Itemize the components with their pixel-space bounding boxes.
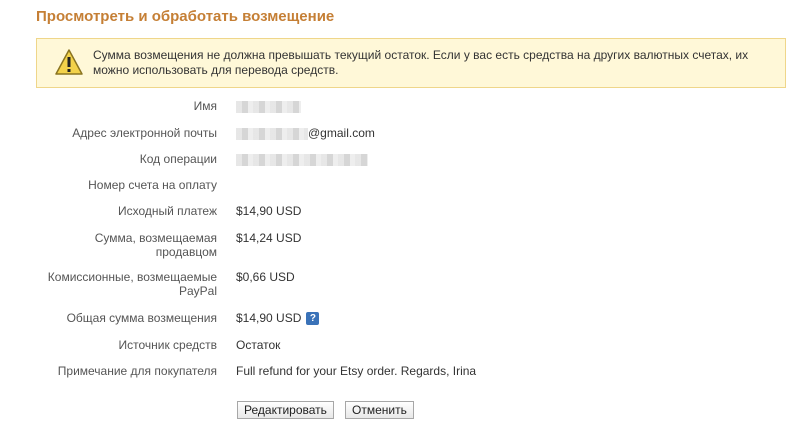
- field-label-email: Адрес электронной почты: [72, 126, 217, 140]
- field-label-buyer-note: Примечание для покупателя: [57, 364, 217, 378]
- field-label-paypal-fee-refund: Комиссионные, возмещаемые PayPal: [47, 270, 217, 298]
- field-label-transaction-id: Код операции: [139, 152, 217, 166]
- alert-message: Сумма возмещения не должна превышать тек…: [93, 48, 749, 77]
- field-value-funding-source: Остаток: [236, 338, 281, 352]
- field-value-email: @gmail.com: [236, 126, 375, 140]
- email-domain: @gmail.com: [308, 126, 375, 140]
- field-value-buyer-note: Full refund for your Etsy order. Regards…: [236, 364, 477, 378]
- field-label-name: Имя: [193, 99, 217, 113]
- warning-triangle-icon: [55, 49, 83, 75]
- redacted-text: [236, 153, 368, 166]
- field-value-seller-refund: $14,24 USD: [236, 231, 302, 245]
- edit-button[interactable]: Редактировать: [237, 401, 334, 419]
- warning-alert: Сумма возмещения не должна превышать тек…: [36, 38, 786, 88]
- field-label-funding-source: Источник средств: [118, 338, 217, 352]
- field-value-original-payment: $14,90 USD: [236, 204, 302, 218]
- help-question-icon[interactable]: ?: [306, 312, 320, 326]
- redacted-text: [236, 100, 301, 113]
- field-value-name: [236, 99, 301, 113]
- redacted-text: [236, 127, 308, 140]
- total-refund-amount: $14,90 USD: [236, 311, 302, 325]
- field-label-original-payment: Исходный платеж: [117, 204, 217, 218]
- field-label-total-refund: Общая сумма возмещения: [66, 311, 217, 325]
- page-title: Просмотреть и обработать возмещение: [36, 8, 335, 25]
- field-value-paypal-fee-refund: $0,66 USD: [236, 270, 295, 284]
- field-value-total-refund: $14,90 USD?: [236, 311, 320, 326]
- cancel-button[interactable]: Отменить: [345, 401, 414, 419]
- field-value-transaction-id: [236, 152, 368, 166]
- field-label-invoice-number: Номер счета на оплату: [88, 178, 217, 192]
- field-label-seller-refund: Сумма, возмещаемая продавцом: [94, 231, 217, 259]
